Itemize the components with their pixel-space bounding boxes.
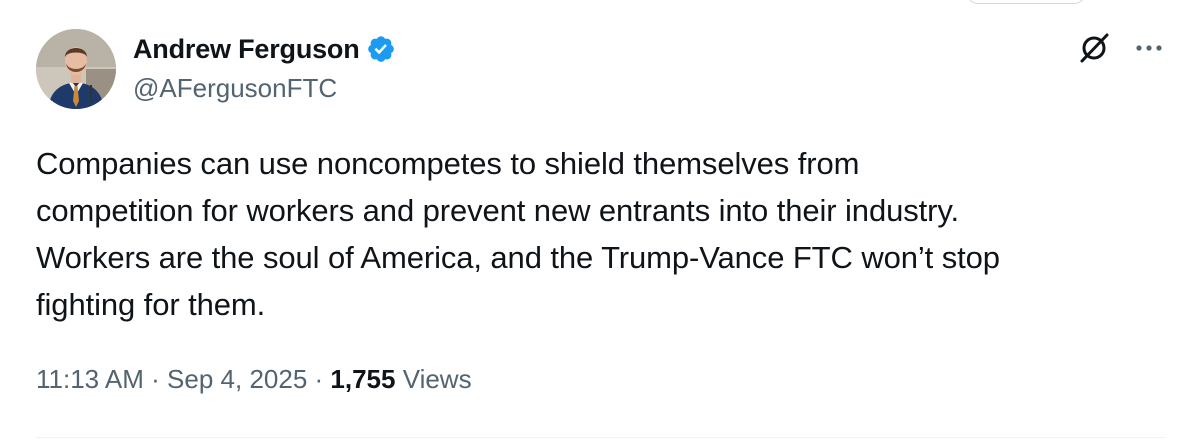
tweet-date[interactable]: Sep 4, 2025 [167, 364, 307, 395]
avatar[interactable] [36, 29, 116, 109]
more-options-icon[interactable] [1131, 30, 1167, 66]
meta-separator: · [143, 364, 168, 394]
tweet-metadata: 11:13 AM · Sep 4, 2025 · 1,755 Views [36, 364, 472, 395]
top-pill-button[interactable] [966, 0, 1086, 4]
meta-separator: · [307, 364, 331, 394]
avatar-photo-icon [36, 29, 116, 109]
divider [36, 437, 1166, 438]
views-label[interactable]: Views [403, 364, 472, 395]
tweet-page: Andrew Ferguson @AFergusonFTC Companies … [0, 0, 1202, 448]
tweet-text: Companies can use noncompetes to shield … [36, 146, 1000, 322]
author-name-row[interactable]: Andrew Ferguson [133, 30, 396, 68]
verified-badge-icon[interactable] [366, 34, 396, 64]
author-display-name[interactable]: Andrew Ferguson [133, 34, 360, 65]
views-count[interactable]: 1,755 [330, 364, 395, 395]
author-handle[interactable]: @AFergusonFTC [133, 73, 337, 104]
tweet-time[interactable]: 11:13 AM [36, 364, 144, 395]
grok-icon[interactable] [1076, 30, 1112, 66]
